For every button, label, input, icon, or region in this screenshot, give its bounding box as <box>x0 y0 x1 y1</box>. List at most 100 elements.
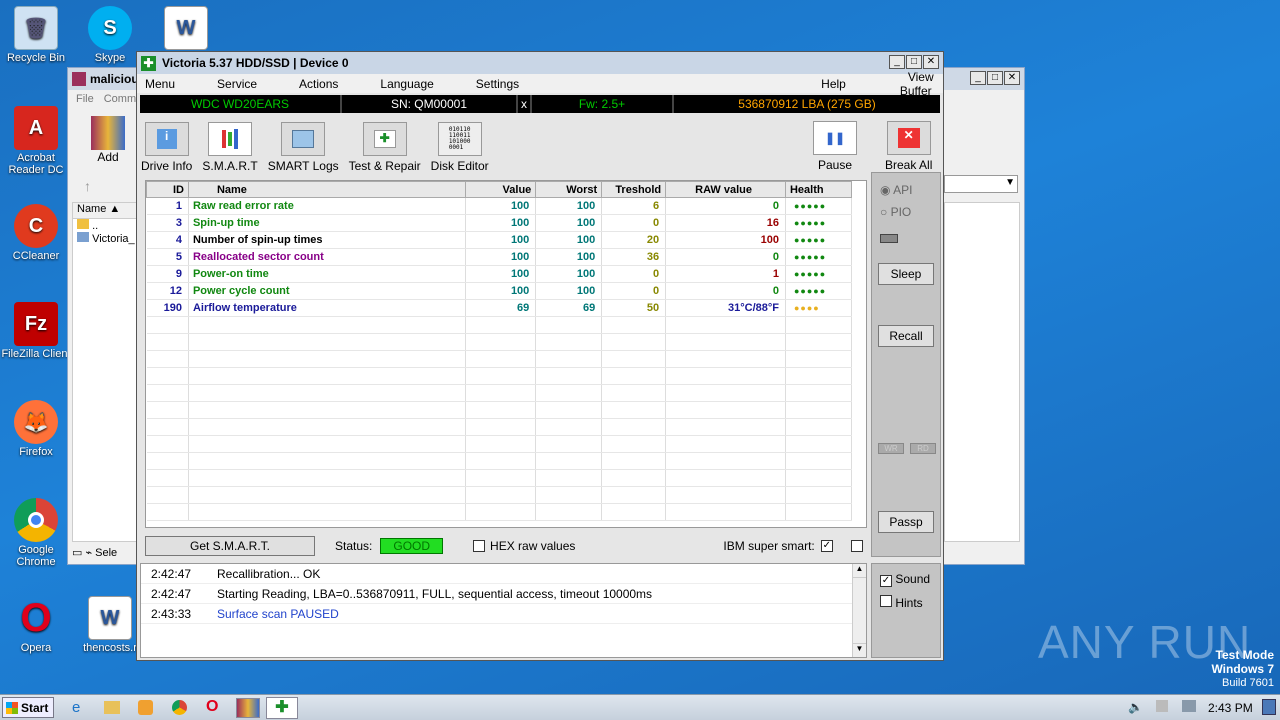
start-button[interactable]: Start <box>2 697 54 718</box>
smart-table: ID Name Value Worst Treshold RAW value H… <box>145 180 867 528</box>
passp-button[interactable]: Passp <box>878 511 934 533</box>
table-row[interactable]: 3 Spin-up time 100 100 0 16 ●●●●● <box>146 214 853 232</box>
wr-button[interactable]: WR <box>878 443 904 454</box>
col-name[interactable]: Name <box>187 181 467 198</box>
up-arrow-icon[interactable]: ↑ <box>84 178 91 194</box>
menu-item-settings[interactable]: Settings <box>476 77 519 91</box>
menu-item-menu[interactable]: Menu <box>145 77 175 91</box>
taskbar-clock[interactable]: 2:43 PM <box>1208 701 1253 715</box>
chrome-taskbar-icon[interactable] <box>172 700 187 715</box>
media-player-icon[interactable] <box>138 700 153 715</box>
desktop-icon-filezilla[interactable]: Fz FileZilla Client <box>0 302 72 360</box>
scroll-up-icon[interactable]: ▲ <box>853 564 866 578</box>
col-raw[interactable]: RAW value <box>665 181 786 198</box>
empty-cell <box>188 350 467 368</box>
desktop-icon-word-doc[interactable]: W <box>150 6 222 52</box>
smart-button[interactable]: S.M.A.R.T <box>202 122 258 173</box>
tray-network-icon[interactable] <box>1182 700 1196 712</box>
empty-cell <box>146 367 189 385</box>
binary-disk-icon: 010110 110011 101000 0001 <box>437 122 482 156</box>
victoria-taskbar-icon[interactable]: ✚ <box>266 697 298 719</box>
api-radio[interactable]: ◉ API <box>880 183 913 197</box>
tray-flag-icon[interactable] <box>1156 700 1168 712</box>
extra-checkbox[interactable] <box>850 540 863 552</box>
scroll-down-icon[interactable]: ▼ <box>853 643 866 657</box>
table-row[interactable]: 4 Number of spin-up times 100 100 20 100 ●●●●● <box>146 231 853 249</box>
smart-name: Number of spin-up times <box>188 231 467 249</box>
desktop-icon-ccleaner[interactable]: C CCleaner <box>0 204 72 262</box>
test-repair-button[interactable]: ✚ Test & Repair <box>349 122 421 173</box>
column-header-name[interactable]: Name ▲ <box>73 203 137 219</box>
filezilla-icon: Fz <box>14 302 58 346</box>
ie-icon[interactable]: e <box>72 699 80 716</box>
empty-cell <box>188 469 467 487</box>
empty-cell <box>146 486 189 504</box>
empty-cell <box>465 384 537 402</box>
victoria-window[interactable]: ✚ Victoria 5.37 HDD/SSD | Device 0 _ □ ✕… <box>136 51 944 661</box>
stop-x-icon: ✕ <box>886 121 931 155</box>
chevron-down-icon: ▼ <box>1005 177 1015 188</box>
table-row[interactable]: 190 Airflow temperature 69 69 50 31°C/88°F ●●●… <box>146 299 853 317</box>
desktop-icon-opera[interactable]: O Opera <box>0 596 72 655</box>
table-row[interactable]: 1 Raw read error rate 100 100 6 0 ●●●●● <box>146 197 853 215</box>
smart-raw: 1 <box>665 265 786 283</box>
break-all-button[interactable]: ✕ Break All <box>885 121 932 172</box>
close-button[interactable]: ✕ <box>1004 71 1020 85</box>
table-row[interactable]: 9 Power-on time 100 100 0 1 ●●●●● <box>146 265 853 283</box>
address-combo[interactable]: ▼ <box>944 175 1018 193</box>
col-threshold[interactable]: Treshold <box>601 181 667 198</box>
pio-radio[interactable]: ○ PIO <box>880 205 911 219</box>
col-value[interactable]: Value <box>465 181 537 198</box>
desktop-icon-acrobat[interactable]: A Acrobat Reader DC <box>0 106 72 176</box>
show-desktop-button[interactable] <box>1262 699 1276 715</box>
desktop-icon-firefox[interactable]: 🦊 Firefox <box>0 400 72 458</box>
maximize-button[interactable]: □ <box>906 55 922 69</box>
close-button[interactable]: ✕ <box>923 55 939 69</box>
explorer-folder-icon[interactable] <box>104 701 120 714</box>
tray-volume-icon[interactable]: 🔈 <box>1128 700 1143 714</box>
col-id[interactable]: ID <box>146 181 189 198</box>
file-row[interactable]: Victoria_ <box>73 232 137 245</box>
empty-cell <box>785 333 853 351</box>
menu-item-language[interactable]: Language <box>380 77 433 91</box>
winrar-taskbar-icon[interactable] <box>236 698 260 718</box>
file-row[interactable]: .. <box>73 219 137 232</box>
smart-value: 100 <box>465 248 537 266</box>
hints-checkbox[interactable]: Hints <box>880 595 923 610</box>
opera-taskbar-icon[interactable]: O <box>206 698 218 716</box>
smart-name: Airflow temperature <box>188 299 467 317</box>
sleep-button[interactable]: Sleep <box>878 263 934 285</box>
table-row[interactable]: 12 Power cycle count 100 100 0 0 ●●●●● <box>146 282 853 300</box>
minimize-button[interactable]: _ <box>889 55 905 69</box>
col-worst[interactable]: Worst <box>535 181 603 198</box>
desktop-icon-recycle-bin[interactable]: 🗑 Recycle Bin <box>0 6 72 64</box>
pio-label: PIO <box>890 205 912 219</box>
ibm-checkbox-checked[interactable]: ✓ <box>820 540 833 552</box>
empty-cell <box>785 503 853 521</box>
disk-editor-button[interactable]: 010110 110011 101000 0001 Disk Editor <box>431 122 489 173</box>
sound-checkbox[interactable]: ✓ Sound <box>880 572 930 587</box>
desktop-icon-chrome[interactable]: Google Chrome <box>0 498 72 568</box>
maximize-button[interactable]: □ <box>987 71 1003 85</box>
drive-info-button[interactable]: i Drive Info <box>141 122 192 173</box>
col-health[interactable]: Health <box>784 181 853 198</box>
empty-cell <box>146 333 189 351</box>
add-toolbar-button[interactable]: Add <box>86 116 130 164</box>
taskbar: Start e O ✚ 🔈 2:43 PM <box>0 694 1280 720</box>
desktop-icon-label: thencosts.r <box>83 642 137 654</box>
empty-cell <box>465 350 537 368</box>
menu-item-service[interactable]: Service <box>217 77 257 91</box>
log-scrollbar[interactable]: ▲ ▼ <box>852 564 866 657</box>
menu-item-file[interactable]: File <box>76 93 94 105</box>
table-row[interactable]: 5 Reallocated sector count 100 100 36 0 ●●●●● <box>146 248 853 266</box>
hex-checkbox[interactable] <box>473 540 486 552</box>
minimize-button[interactable]: _ <box>970 71 986 85</box>
menu-item-help[interactable]: Help <box>821 77 846 91</box>
drive-close-x[interactable]: x <box>518 95 532 113</box>
rd-button[interactable]: RD <box>910 443 936 454</box>
recall-button[interactable]: Recall <box>878 325 934 347</box>
pause-button[interactable]: ❚❚ Pause <box>813 121 857 172</box>
smart-logs-button[interactable]: SMART Logs <box>268 122 339 173</box>
menu-item-actions[interactable]: Actions <box>299 77 338 91</box>
get-smart-button[interactable]: Get S.M.A.R.T. <box>145 536 315 556</box>
